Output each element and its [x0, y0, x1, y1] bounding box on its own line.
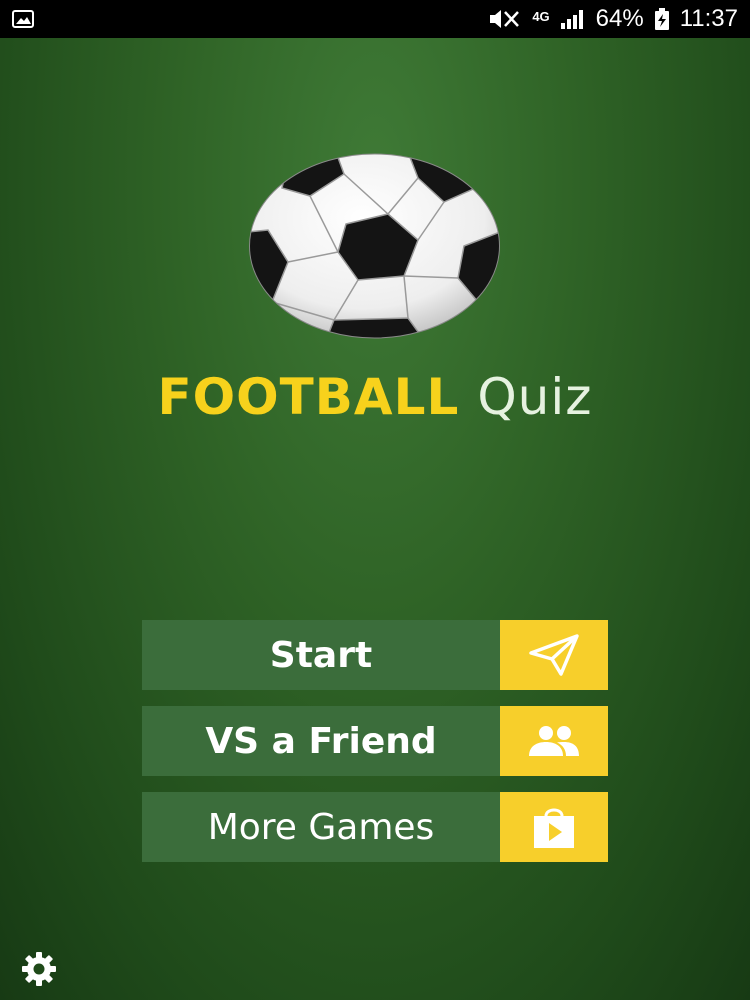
people-icon [529, 726, 579, 756]
play-store-icon [534, 808, 574, 848]
status-right-group: 4G 64% 11:37 [488, 0, 738, 38]
more-games-label: More Games [142, 792, 500, 862]
battery-percent: 64% [595, 5, 644, 32]
start-label: Start [142, 620, 500, 690]
vs-friend-button[interactable]: VS a Friend [142, 706, 608, 776]
title-football: FOOTBALL [157, 368, 460, 426]
more-games-icon-box[interactable] [500, 792, 608, 862]
paper-plane-icon [529, 634, 579, 676]
battery-charging-icon [654, 8, 669, 30]
vs-friend-icon-box[interactable] [500, 706, 608, 776]
title-quiz: Quiz [477, 368, 593, 426]
clock: 11:37 [679, 5, 738, 32]
status-bar: 4G 64% 11:37 [0, 0, 750, 38]
start-icon-box[interactable] [500, 620, 608, 690]
mute-icon [490, 10, 520, 28]
signal-icon [560, 10, 583, 29]
vs-friend-label: VS a Friend [142, 706, 500, 776]
network-type: 4G [532, 8, 550, 24]
app-title: FOOTBALL Quiz [0, 368, 750, 426]
start-button[interactable]: Start [142, 620, 608, 690]
gear-icon[interactable] [20, 950, 58, 988]
football-icon [249, 153, 500, 339]
more-games-button[interactable]: More Games [142, 792, 608, 862]
image-notification-icon [12, 10, 34, 28]
